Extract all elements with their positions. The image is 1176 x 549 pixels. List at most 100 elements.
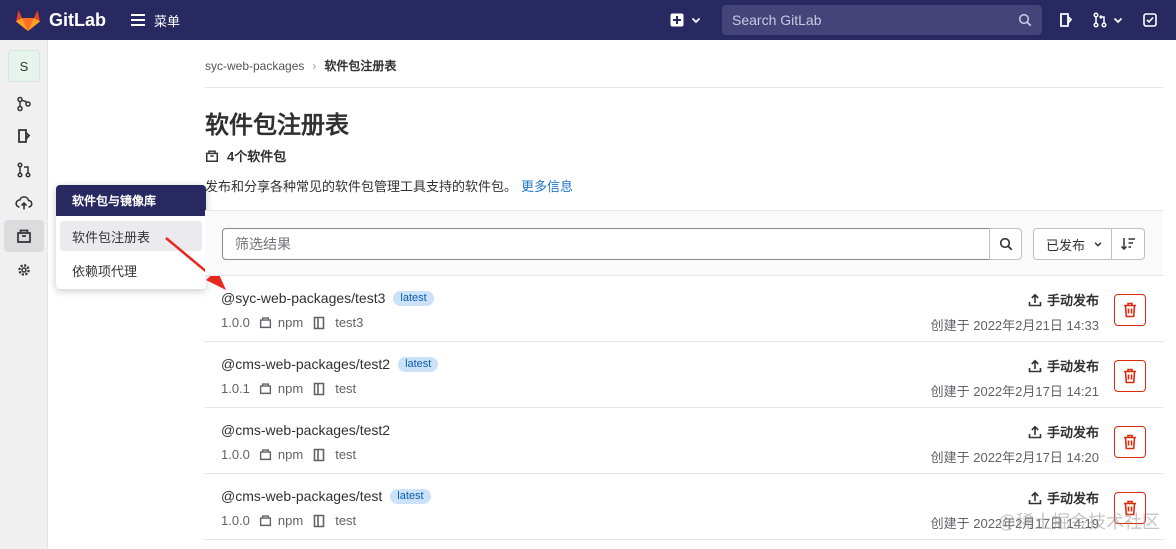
upload-icon bbox=[1028, 491, 1042, 504]
package-icon bbox=[206, 149, 218, 162]
package-icon bbox=[259, 449, 271, 461]
publish-method: 手动发布 bbox=[1028, 422, 1099, 441]
search-icon bbox=[999, 237, 1012, 251]
package-row: @cms-web-packages/test2 latest 1.0.1 npm… bbox=[205, 342, 1163, 408]
created-timestamp: 创建于 2022年2月17日 14:21 bbox=[930, 384, 1099, 399]
breadcrumb-separator-icon: › bbox=[312, 58, 317, 73]
page-description: 发布和分享各种常见的软件包管理工具支持的软件包。 更多信息 bbox=[205, 176, 573, 195]
search-input[interactable]: Search GitLab bbox=[722, 5, 1042, 35]
publish-method: 手动发布 bbox=[1028, 290, 1099, 309]
book-icon bbox=[313, 316, 325, 329]
breadcrumb: syc-web-packages › 软件包注册表 bbox=[205, 57, 396, 74]
sidebar-item-settings[interactable] bbox=[14, 260, 34, 280]
sort-dropdown[interactable]: 已发布 bbox=[1033, 228, 1112, 260]
delete-package-button[interactable] bbox=[1114, 294, 1146, 326]
package-project-link[interactable]: test bbox=[335, 447, 356, 462]
filter-input[interactable]: 筛选结果 bbox=[222, 228, 990, 260]
created-timestamp: 创建于 2022年2月21日 14:33 bbox=[930, 318, 1099, 333]
sidebar-item-packages-icon[interactable] bbox=[14, 226, 34, 246]
sidebar-item-issues[interactable] bbox=[14, 126, 34, 146]
issues-icon bbox=[18, 129, 31, 143]
divider bbox=[205, 87, 1163, 88]
issues-button[interactable] bbox=[1058, 12, 1074, 28]
publish-label: 手动发布 bbox=[1046, 359, 1099, 374]
upload-icon bbox=[1028, 359, 1042, 372]
gitlab-tanuki-icon bbox=[16, 10, 40, 31]
package-icon bbox=[259, 383, 271, 395]
filter-search-button[interactable] bbox=[989, 228, 1022, 260]
gear-icon bbox=[18, 264, 30, 276]
sort-label: 已发布 bbox=[1046, 237, 1086, 253]
package-name-link[interactable]: @syc-web-packages/test3 bbox=[221, 290, 385, 306]
chevron-down-icon bbox=[1113, 17, 1123, 24]
upload-icon bbox=[1028, 293, 1042, 306]
package-icon bbox=[17, 229, 31, 243]
book-icon bbox=[313, 382, 325, 395]
top-navbar: GitLab 菜单 Search GitLab bbox=[0, 0, 1176, 40]
book-icon bbox=[313, 514, 325, 527]
description-text: 发布和分享各种常见的软件包管理工具支持的软件包。 bbox=[205, 179, 518, 194]
package-type: npm bbox=[277, 315, 304, 330]
package-project-link[interactable]: test bbox=[335, 381, 356, 396]
sidebar-item-repository[interactable] bbox=[14, 94, 34, 114]
merge-request-icon bbox=[17, 162, 31, 178]
create-new-button[interactable] bbox=[670, 13, 702, 27]
book-icon bbox=[313, 448, 325, 461]
search-icon bbox=[1018, 13, 1032, 27]
sidebar-item-merge-requests[interactable] bbox=[14, 160, 34, 180]
package-name-link[interactable]: @cms-web-packages/test2 bbox=[221, 422, 390, 438]
publish-label: 手动发布 bbox=[1046, 425, 1099, 440]
flyout-title[interactable]: 软件包与镜像库 bbox=[56, 185, 206, 216]
package-project-link[interactable]: test bbox=[335, 513, 356, 528]
package-name-link[interactable]: @cms-web-packages/test bbox=[221, 488, 382, 504]
main-menu-button[interactable]: 菜单 bbox=[130, 11, 180, 30]
package-count-label: 4个软件包 bbox=[227, 149, 287, 164]
page-title: 软件包注册表 bbox=[205, 112, 349, 139]
publish-label: 手动发布 bbox=[1046, 293, 1099, 308]
breadcrumb-current[interactable]: 软件包注册表 bbox=[324, 57, 396, 74]
issues-icon bbox=[1060, 13, 1073, 27]
project-avatar[interactable]: S bbox=[8, 50, 40, 82]
delete-package-button[interactable] bbox=[1114, 360, 1146, 392]
sort-direction-button[interactable] bbox=[1111, 228, 1145, 260]
chevron-down-icon bbox=[691, 17, 701, 24]
sidebar-item-deployments[interactable] bbox=[14, 193, 34, 213]
chevron-down-icon bbox=[1094, 242, 1102, 247]
search-placeholder: Search GitLab bbox=[732, 12, 822, 28]
trash-icon bbox=[1124, 302, 1136, 318]
package-row: @cms-web-packages/test2 1.0.0 npm test 手… bbox=[205, 408, 1163, 474]
package-type: npm bbox=[277, 381, 304, 396]
delete-package-button[interactable] bbox=[1114, 426, 1146, 458]
package-type: npm bbox=[277, 447, 304, 462]
created-timestamp: 创建于 2022年2月17日 14:20 bbox=[930, 450, 1099, 465]
hamburger-icon bbox=[131, 14, 145, 26]
merge-request-icon bbox=[1093, 12, 1107, 28]
publish-method: 手动发布 bbox=[1028, 356, 1099, 375]
merge-requests-button[interactable] bbox=[1092, 12, 1124, 28]
todo-icon bbox=[1143, 13, 1157, 27]
latest-badge: latest bbox=[390, 488, 431, 504]
package-row: @syc-web-packages/test3 latest 1.0.0 npm… bbox=[205, 276, 1163, 342]
package-type: npm bbox=[277, 513, 304, 528]
publish-method: 手动发布 bbox=[1028, 488, 1099, 507]
package-count: 4个软件包 bbox=[205, 146, 286, 165]
package-project-link[interactable]: test3 bbox=[335, 315, 363, 330]
breadcrumb-project-link[interactable]: syc-web-packages bbox=[205, 59, 304, 73]
upload-icon bbox=[1028, 425, 1042, 438]
project-sidebar: S bbox=[0, 40, 48, 549]
package-version: 1.0.0 bbox=[221, 315, 250, 330]
more-info-link[interactable]: 更多信息 bbox=[521, 179, 573, 194]
branch-icon bbox=[17, 96, 31, 112]
watermark: @稀土掘金技术社区 bbox=[997, 512, 1160, 532]
package-version: 1.0.1 bbox=[221, 381, 250, 396]
sort-lowest-icon bbox=[1120, 238, 1135, 251]
latest-badge: latest bbox=[393, 290, 434, 306]
trash-icon bbox=[1124, 368, 1136, 384]
package-name-link[interactable]: @cms-web-packages/test2 bbox=[221, 356, 390, 372]
plus-square-icon bbox=[670, 13, 684, 27]
gitlab-logo[interactable]: GitLab bbox=[15, 8, 106, 32]
todos-button[interactable] bbox=[1142, 12, 1158, 28]
latest-badge: latest bbox=[398, 356, 439, 372]
package-icon bbox=[259, 317, 271, 329]
trash-icon bbox=[1124, 434, 1136, 450]
